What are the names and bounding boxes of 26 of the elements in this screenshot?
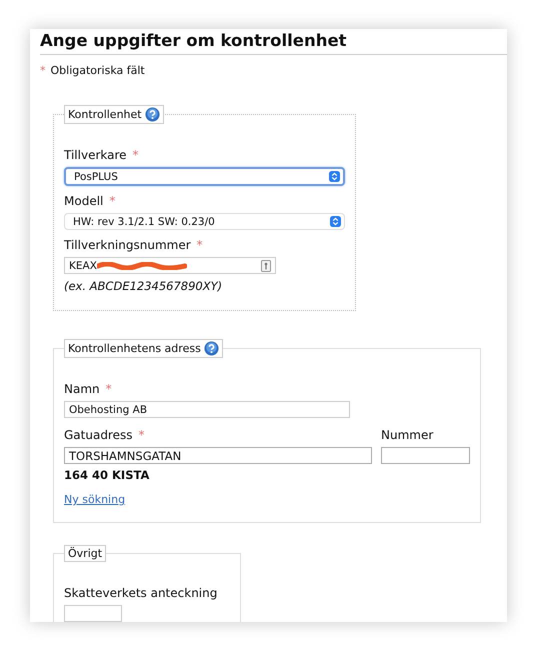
new-search-link[interactable]: Ny sökning [64,493,126,506]
dropdown[interactable]: PosPLUS [64,167,345,186]
required-mark: * [109,194,116,208]
field-label: Namn [64,382,100,396]
input-field[interactable]: KEAX [64,257,276,274]
postal-address: 164 40 KISTA [64,468,150,482]
field-label: Nummer [381,428,434,442]
legend-text: Övrigt [68,547,102,560]
field-label: Tillverkare [64,148,127,162]
input-field[interactable]: TORSHAMNSGATAN [64,447,372,464]
legend-text: Kontrollenhetens adress [68,342,201,355]
page-title: Ange uppgifter om kontrollenhet [40,31,507,55]
field-label: Tillverkningsnummer [64,238,191,252]
required-mark: * [132,148,139,162]
field-label: Modell [64,194,104,208]
required-mark: * [40,64,46,77]
field-label: Skatteverkets anteckning [64,586,218,600]
dropdown[interactable]: HW: rev 3.1/2.1 SW: 0.23/0 [64,213,345,230]
legend-text: Kontrollenhet [68,108,142,121]
required-note: Obligatoriska fält [50,64,145,77]
required-mark: * [106,382,112,396]
required-mark: * [196,238,203,252]
field-label: Gatuadress [64,428,132,442]
input-field[interactable]: Obehosting AB [64,401,350,418]
required-mark: * [138,428,144,442]
format-hint: (ex. ABCDE1234567890XY) [64,279,224,293]
